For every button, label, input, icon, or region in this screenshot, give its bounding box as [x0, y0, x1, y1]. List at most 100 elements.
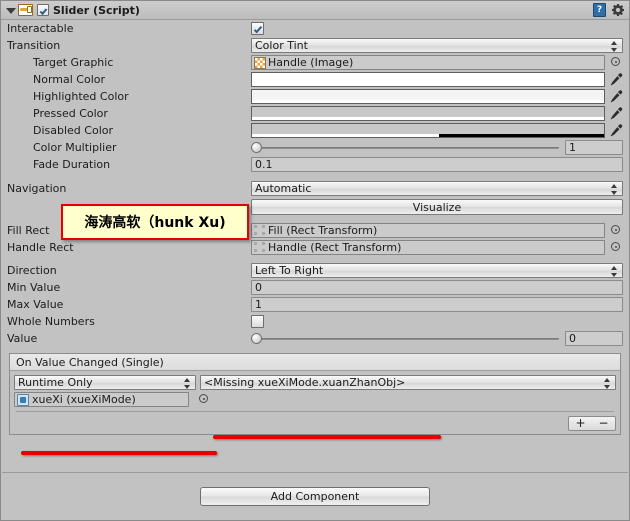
- row-value: Value 0: [1, 330, 629, 347]
- row-max-value: Max Value 1: [1, 296, 629, 313]
- row-direction: Direction Left To Right: [1, 262, 629, 279]
- whole-numbers-checkbox[interactable]: [251, 315, 264, 328]
- label-navigation: Navigation: [7, 182, 67, 195]
- fade-duration-input[interactable]: 0.1: [251, 157, 623, 172]
- event-call-mode-dropdown[interactable]: Runtime Only: [14, 375, 196, 390]
- event-remove-button[interactable]: −: [598, 417, 608, 429]
- direction-value: Left To Right: [255, 264, 324, 277]
- slider-knob[interactable]: [251, 333, 262, 344]
- label-highlighted-color: Highlighted Color: [33, 90, 129, 103]
- highlighted-color-field[interactable]: [251, 89, 605, 104]
- help-icon[interactable]: ?: [593, 3, 606, 17]
- event-target-object-field[interactable]: xueXi (xueXiMode): [14, 392, 189, 407]
- component-title: Slider (Script): [53, 3, 140, 17]
- event-title: On Value Changed (Single): [10, 354, 620, 371]
- chevron-updown-icon: [611, 184, 618, 195]
- object-picker-icon[interactable]: [198, 393, 211, 406]
- visualize-button[interactable]: Visualize: [251, 199, 623, 215]
- slider-knob[interactable]: [251, 142, 262, 153]
- transition-dropdown[interactable]: Color Tint: [251, 38, 623, 53]
- value-input[interactable]: 0: [565, 331, 623, 346]
- eyedropper-icon[interactable]: [609, 123, 623, 138]
- color-multiplier-value: 1: [569, 141, 576, 154]
- normal-color-field[interactable]: [251, 72, 605, 87]
- component-header[interactable]: Slider (Script) ?: [1, 1, 629, 20]
- handle-rect-object-field[interactable]: Handle (Rect Transform): [251, 240, 605, 255]
- normal-color-alpha: [252, 83, 604, 86]
- row-interactable: Interactable: [1, 20, 629, 37]
- fill-rect-object-field[interactable]: Fill (Rect Transform): [251, 223, 605, 238]
- slider-component-icon: [18, 4, 33, 16]
- label-normal-color: Normal Color: [33, 73, 106, 86]
- transition-value: Color Tint: [255, 39, 308, 52]
- foldout-arrow-icon[interactable]: [5, 5, 16, 16]
- row-color-multiplier: Color Multiplier 1: [1, 139, 629, 156]
- target-graphic-value: Handle (Image): [268, 56, 354, 69]
- event-call-mode-value: Runtime Only: [18, 376, 93, 389]
- disabled-color-field[interactable]: [251, 123, 605, 138]
- max-value-input[interactable]: 1: [251, 297, 623, 312]
- value-slider[interactable]: [251, 331, 559, 346]
- eyedropper-icon[interactable]: [609, 89, 623, 104]
- pressed-color-field[interactable]: [251, 106, 605, 121]
- label-disabled-color: Disabled Color: [33, 124, 114, 137]
- row-transition: Transition Color Tint: [1, 37, 629, 54]
- add-component-label: Add Component: [270, 489, 360, 503]
- label-transition: Transition: [7, 39, 61, 52]
- row-disabled-color: Disabled Color: [1, 122, 629, 139]
- row-normal-color: Normal Color: [1, 71, 629, 88]
- chevron-updown-icon: [184, 378, 191, 389]
- highlighted-color-swatch: [252, 90, 604, 100]
- slider-track: [251, 147, 559, 149]
- event-function-dropdown[interactable]: <Missing xueXiMode.xuanZhanObj>: [200, 375, 616, 390]
- color-multiplier-slider[interactable]: [251, 140, 559, 155]
- label-max-value: Max Value: [7, 298, 64, 311]
- label-fade-duration: Fade Duration: [33, 158, 111, 171]
- event-entry: Runtime Only <Missing xueXiMode.xuanZhan…: [10, 371, 620, 412]
- rect-transform-icon: [254, 225, 266, 236]
- chevron-updown-icon: [611, 266, 618, 277]
- label-value: Value: [7, 332, 38, 345]
- handle-rect-value: Handle (Rect Transform): [268, 241, 402, 254]
- eyedropper-icon[interactable]: [609, 106, 623, 121]
- add-component-button[interactable]: Add Component: [200, 486, 430, 506]
- label-handle-rect: Handle Rect: [7, 241, 74, 254]
- chevron-updown-icon: [604, 378, 611, 389]
- eyedropper-icon[interactable]: [609, 72, 623, 87]
- pressed-color-alpha: [252, 117, 604, 120]
- add-component-area: Add Component: [2, 472, 628, 519]
- slider-track: [251, 338, 559, 340]
- label-direction: Direction: [7, 264, 57, 277]
- label-min-value: Min Value: [7, 281, 61, 294]
- direction-dropdown[interactable]: Left To Right: [251, 263, 623, 278]
- gear-icon[interactable]: [611, 3, 625, 17]
- annotation-callout: 海涛高软（hunk Xu): [61, 204, 249, 240]
- event-target-value: xueXi (xueXiMode): [32, 393, 136, 406]
- color-multiplier-input[interactable]: 1: [565, 140, 623, 155]
- event-footer: + −: [10, 412, 620, 434]
- row-pressed-color: Pressed Color: [1, 105, 629, 122]
- target-graphic-object-field[interactable]: Handle (Image): [251, 55, 605, 70]
- pressed-color-swatch: [252, 107, 604, 117]
- fill-rect-value: Fill (Rect Transform): [268, 224, 378, 237]
- row-navigation: Navigation Automatic: [1, 180, 629, 197]
- fade-duration-value: 0.1: [255, 158, 273, 171]
- disabled-color-swatch: [252, 124, 604, 134]
- min-value-input[interactable]: 0: [251, 280, 623, 295]
- object-picker-icon[interactable]: [610, 241, 623, 254]
- event-entry-bottom: xueXi (xueXiMode): [14, 392, 616, 407]
- value-number: 0: [569, 332, 576, 345]
- interactable-checkbox[interactable]: [251, 22, 264, 35]
- navigation-dropdown[interactable]: Automatic: [251, 181, 623, 196]
- object-picker-icon[interactable]: [610, 224, 623, 237]
- row-whole-numbers: Whole Numbers: [1, 313, 629, 330]
- event-add-remove-buttons[interactable]: + −: [568, 415, 616, 431]
- navigation-value: Automatic: [255, 182, 312, 195]
- event-add-button[interactable]: +: [575, 417, 585, 429]
- visualize-label: Visualize: [412, 200, 462, 214]
- annotation-underline-object: [21, 451, 217, 455]
- object-picker-icon[interactable]: [610, 56, 623, 69]
- row-highlighted-color: Highlighted Color: [1, 88, 629, 105]
- component-enabled-checkbox[interactable]: [37, 4, 49, 16]
